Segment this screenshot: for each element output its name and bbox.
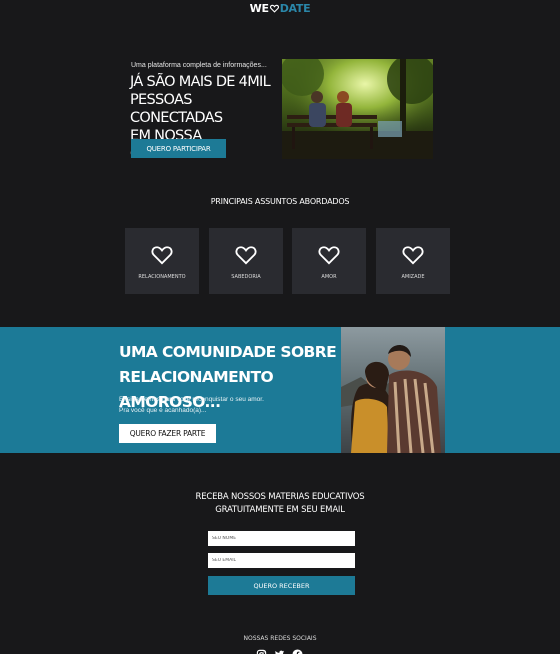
topic-label: RELACIONAMENTO bbox=[138, 274, 186, 280]
topic-label: AMIZADE bbox=[401, 274, 425, 280]
join-community-button[interactable]: QUERO FAZER PARTE bbox=[119, 424, 216, 443]
topic-card-amizade[interactable]: AMIZADE bbox=[376, 228, 450, 294]
topic-card-amor[interactable]: AMOR bbox=[292, 228, 366, 294]
social-title: NOSSAS REDES SOCIAIS bbox=[243, 635, 317, 642]
facebook-icon[interactable] bbox=[292, 647, 303, 654]
newsletter-title-line: GRATUITAMENTE EM SEU EMAIL bbox=[215, 505, 345, 515]
heart-icon bbox=[151, 246, 173, 265]
logo[interactable]: WE DATE bbox=[0, 2, 560, 15]
social-icons bbox=[256, 647, 303, 654]
community-title-line: UMA COMUNIDADE SOBRE bbox=[119, 343, 337, 361]
couple-kissing-image bbox=[341, 327, 445, 453]
topic-card-relacionamento[interactable]: RELACIONAMENTO bbox=[125, 228, 199, 294]
instagram-icon[interactable] bbox=[256, 647, 267, 654]
newsletter-title-line: RECEBA NOSSOS MATERIAS EDUCATIVOS bbox=[195, 492, 365, 502]
heart-icon bbox=[235, 246, 257, 265]
hero-title-line: PESSOAS CONECTADAS bbox=[130, 92, 223, 126]
community-text-line: Ensinamentos para você reconquistar o se… bbox=[119, 396, 264, 403]
topic-label: AMOR bbox=[321, 274, 337, 280]
join-button[interactable]: QUERO PARTICIPAR bbox=[131, 139, 226, 158]
logo-heart-icon bbox=[269, 4, 279, 13]
couple-image-art bbox=[341, 327, 445, 453]
hero-couple-bench-image bbox=[282, 59, 433, 159]
heart-icon bbox=[402, 246, 424, 265]
topics-title: PRINCIPAIS ASSUNTOS ABORDADOS bbox=[210, 197, 350, 206]
newsletter-title: RECEBA NOSSOS MATERIAS EDUCATIVOS GRATUI… bbox=[0, 491, 560, 517]
twitter-icon[interactable] bbox=[274, 647, 285, 654]
name-field[interactable] bbox=[208, 531, 355, 546]
community-description: Ensinamentos para você reconquistar o se… bbox=[119, 394, 264, 416]
logo-date: DATE bbox=[279, 2, 311, 15]
email-field[interactable] bbox=[208, 553, 355, 568]
hero-title-line: JÁ SÃO MAIS DE 4MIL bbox=[130, 74, 271, 90]
subscribe-button[interactable]: QUERO RECEBER bbox=[208, 576, 355, 595]
hero-image-art bbox=[282, 59, 433, 159]
heart-icon bbox=[318, 246, 340, 265]
topic-card-sabedoria[interactable]: SABEDORIA bbox=[209, 228, 283, 294]
logo-we: WE bbox=[249, 2, 269, 15]
topic-label: SABEDORIA bbox=[231, 274, 261, 280]
community-text-line: Pra você que é acanhado(a)... bbox=[119, 407, 207, 414]
hero-subtitle: Uma plataforma completa de informações..… bbox=[131, 62, 267, 69]
